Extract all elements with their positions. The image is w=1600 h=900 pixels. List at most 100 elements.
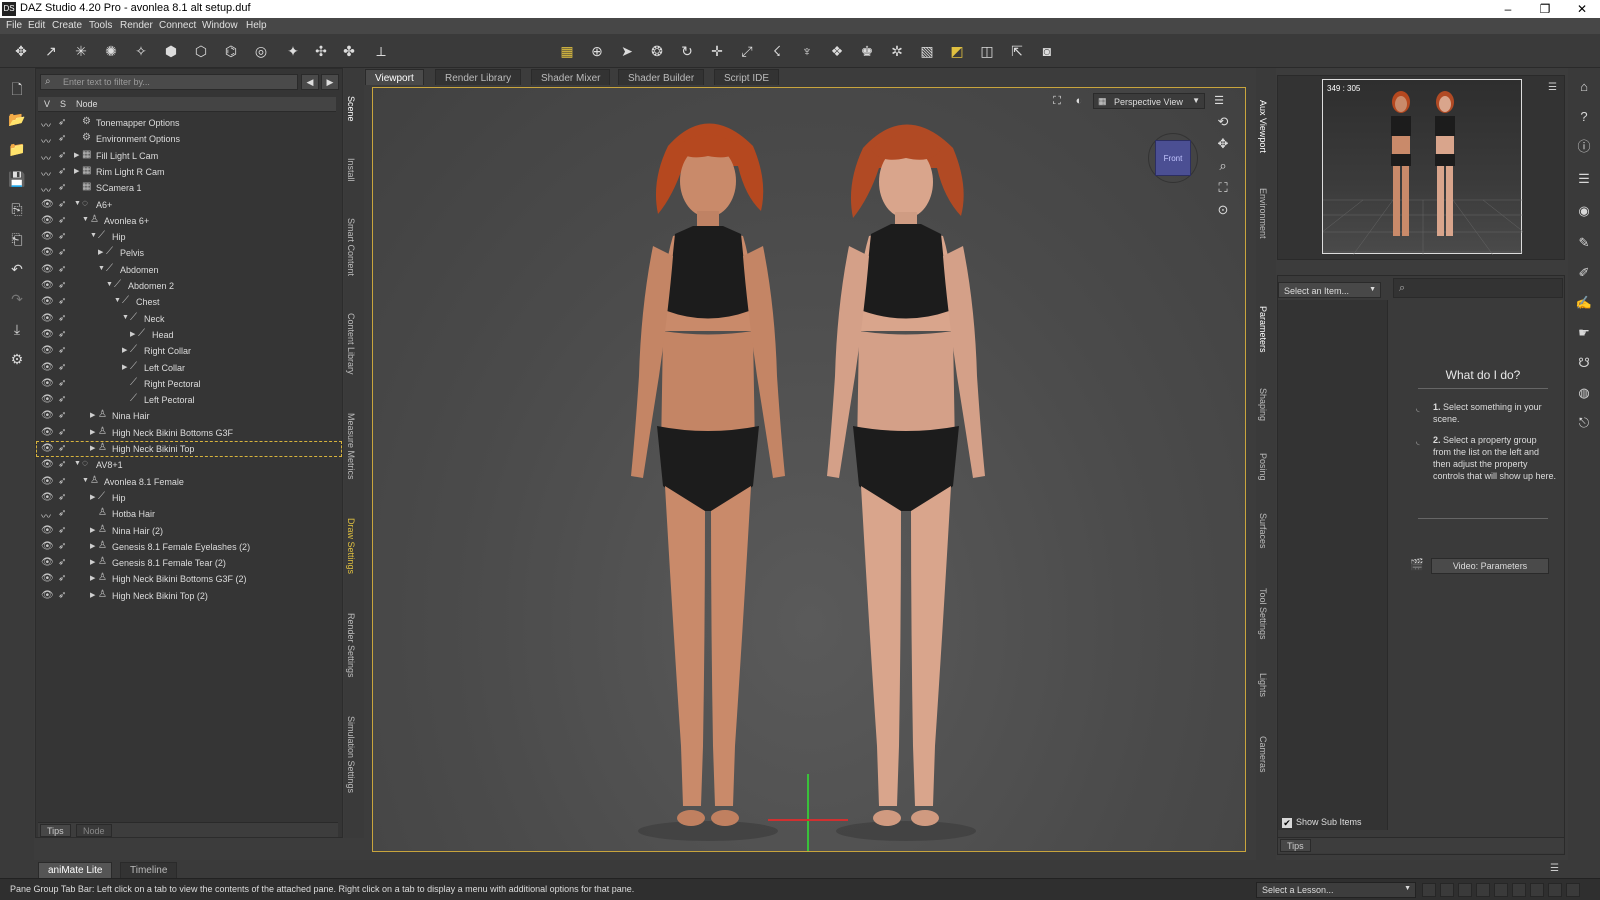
vtab-environment[interactable]: Environment [1258, 188, 1268, 239]
selectable-cursor-icon[interactable]: ➶ [58, 231, 66, 242]
eye-open-icon[interactable]: 👁 [41, 345, 54, 356]
selectable-cursor-icon[interactable]: ➶ [58, 525, 66, 536]
selectable-cursor-icon[interactable]: ➶ [58, 215, 66, 226]
spot-render-icon[interactable]: ✦ [282, 40, 304, 62]
selectable-cursor-icon[interactable]: ➶ [58, 492, 66, 503]
select-pointer-icon[interactable]: ➤ [616, 40, 638, 62]
expand-arrow-icon[interactable]: ▶ [90, 444, 95, 452]
selectable-cursor-icon[interactable]: ➶ [58, 150, 66, 161]
eye-open-icon[interactable]: 👁 [41, 329, 54, 340]
surface-tool-icon[interactable]: ❖ [826, 40, 848, 62]
expand-arrow-icon[interactable]: ▶ [74, 167, 79, 175]
render-icon[interactable]: ◩ [946, 40, 968, 62]
scene-tree-row[interactable]: 👁 ➶ ▶ ♙ Genesis 8.1 Female Tear (2) [36, 555, 342, 571]
expand-arrow-icon[interactable]: ▶ [74, 151, 79, 159]
perspective-view-dropdown[interactable]: ▦ Perspective View ▼ [1093, 93, 1205, 109]
expand-arrow-icon[interactable]: ▼ [74, 200, 81, 207]
light-tool-icon[interactable]: ✲ [886, 40, 908, 62]
vtab-scene[interactable]: Scene [346, 96, 356, 122]
surface-selection-icon[interactable]: ◎ [250, 40, 272, 62]
expand-arrow-icon[interactable]: ▼ [82, 477, 89, 484]
redo-icon[interactable]: ↷ [6, 288, 28, 310]
iray-preview-icon[interactable]: ◫ [976, 40, 998, 62]
scene-tree-row[interactable]: 👁 ➶ ▶ ♙ Genesis 8.1 Female Eyelashes (2) [36, 539, 342, 555]
scene-tree-row[interactable]: 👁 ➶ ▼ ⟋ Abdomen [36, 262, 342, 278]
selectable-cursor-icon[interactable]: ➶ [58, 345, 66, 356]
selectable-cursor-icon[interactable]: ➶ [58, 329, 66, 340]
3d-viewport[interactable]: ⛶ ◐ ▦ Perspective View ▼ ☰ Front ⟲ ✥ ⌕ ⛶… [372, 87, 1246, 852]
minimize-button[interactable]: – [1490, 0, 1526, 18]
expand-arrow-icon[interactable]: ▶ [90, 574, 95, 582]
expand-arrow-icon[interactable]: ▶ [122, 346, 127, 354]
scene-tree-row[interactable]: 👁 ➶ ▶ ♙ High Neck Bikini Top (2) [36, 588, 342, 604]
selectable-cursor-icon[interactable]: ➶ [58, 362, 66, 373]
selectable-cursor-icon[interactable]: ➶ [58, 394, 66, 405]
universal-tool-icon[interactable]: ✥ [10, 40, 32, 62]
tab-animate-lite[interactable]: aniMate Lite [38, 862, 113, 878]
eye-open-icon[interactable]: 👁 [41, 296, 54, 307]
selectable-cursor-icon[interactable]: ➶ [58, 590, 66, 601]
eye-closed-icon[interactable]: 〰 [41, 117, 51, 132]
scene-forward-button[interactable]: ▶ [321, 74, 339, 90]
selectable-cursor-icon[interactable]: ➶ [58, 541, 66, 552]
export-icon[interactable]: ⎗ [6, 228, 28, 250]
scene-tree-row[interactable]: 〰 ➶ ⚙ Environment Options [36, 131, 342, 148]
selectable-cursor-icon[interactable]: ➶ [58, 427, 66, 438]
expand-arrow-icon[interactable]: ▼ [90, 232, 97, 239]
scene-back-button[interactable]: ◀ [301, 74, 319, 90]
scene-tree-row[interactable]: 👁 ➶ ▼ ◌ A6+ [36, 197, 342, 213]
tab-shader-builder[interactable]: Shader Builder [618, 69, 705, 85]
video-parameters-button[interactable]: Video: Parameters [1431, 558, 1549, 574]
expand-arrow-icon[interactable]: ▶ [90, 558, 95, 566]
geometry-editor-icon[interactable]: ⬡ [190, 40, 212, 62]
select-item-dropdown[interactable]: Select an Item... ▼ [1278, 282, 1381, 298]
eye-closed-icon[interactable]: 〰 [41, 133, 51, 148]
column-selectable[interactable]: S [60, 99, 66, 109]
eye-open-icon[interactable]: 👁 [41, 313, 54, 324]
eye-open-icon[interactable]: 👁 [41, 362, 54, 373]
orbit-icon[interactable]: ⊕ [586, 40, 608, 62]
selectable-cursor-icon[interactable]: ➶ [58, 573, 66, 584]
vtab-smart-content[interactable]: Smart Content [346, 218, 356, 276]
menu-help[interactable]: Help [246, 20, 267, 31]
expand-arrow-icon[interactable]: ▼ [98, 265, 105, 272]
camera-icon[interactable]: ◙ [1036, 40, 1058, 62]
lesson-control-button[interactable] [1530, 883, 1544, 897]
aux-menu-icon[interactable]: ☰ [1548, 82, 1557, 93]
selectable-cursor-icon[interactable]: ➶ [58, 378, 66, 389]
tab-shader-mixer[interactable]: Shader Mixer [531, 69, 611, 85]
parameter-search-input[interactable]: ⌕ [1393, 278, 1563, 298]
scene-tree-row[interactable]: 〰 ➶ ⚙ Tonemapper Options [36, 115, 342, 132]
menu-render[interactable]: Render [120, 20, 153, 31]
open-file-icon[interactable]: 📂 [6, 108, 28, 130]
layout-icon[interactable]: ☰ [1573, 168, 1595, 190]
help-icon[interactable]: ⓘ [1573, 136, 1595, 158]
pointer-camera-icon[interactable]: ⇱ [1006, 40, 1028, 62]
selectable-cursor-icon[interactable]: ➶ [58, 313, 66, 324]
selectable-cursor-icon[interactable]: ➶ [58, 280, 66, 291]
selectable-cursor-icon[interactable]: ➶ [58, 476, 66, 487]
selectable-cursor-icon[interactable]: ➶ [58, 508, 66, 519]
measure-tool-icon[interactable]: ⟂ [370, 40, 392, 62]
scene-tree-row[interactable]: 👁 ➶ ▶ ⟋ Right Collar [36, 343, 342, 359]
lesson-control-button[interactable] [1476, 883, 1490, 897]
scene-tree-row[interactable]: 〰 ➶ ♙ Hotba Hair [36, 506, 342, 523]
tab-script-ide[interactable]: Script IDE [714, 69, 780, 85]
column-visible[interactable]: V [44, 99, 50, 109]
save-icon[interactable]: 💾 [6, 168, 28, 190]
scene-tree-row[interactable]: 👁 ➶ ▶ ♙ High Neck Bikini Bottoms G3F [36, 425, 342, 441]
eye-closed-icon[interactable]: 〰 [41, 508, 51, 523]
lesson-control-button[interactable] [1458, 883, 1472, 897]
scene-tree-row[interactable]: 👁 ➶ ▼ ♙ Avonlea 6+ [36, 213, 342, 229]
vtab-tool-settings[interactable]: Tool Settings [1258, 588, 1268, 640]
power-pose-icon[interactable]: ♆ [796, 40, 818, 62]
show-sub-items-checkbox[interactable]: ✔ Show Sub Items [1282, 817, 1362, 828]
menu-connect[interactable]: Connect [159, 20, 196, 31]
lesson-control-button[interactable] [1566, 883, 1580, 897]
geometry-icon[interactable]: ✺ [100, 40, 122, 62]
joint-editor-icon[interactable]: ↗ [40, 40, 62, 62]
selectable-cursor-icon[interactable]: ➶ [58, 410, 66, 421]
globe-icon[interactable]: ◍ [1573, 382, 1595, 404]
scene-tree-row[interactable]: 〰 ➶ ▶ ▦ Fill Light L Cam [36, 148, 342, 165]
eye-open-icon[interactable]: 👁 [41, 492, 54, 503]
